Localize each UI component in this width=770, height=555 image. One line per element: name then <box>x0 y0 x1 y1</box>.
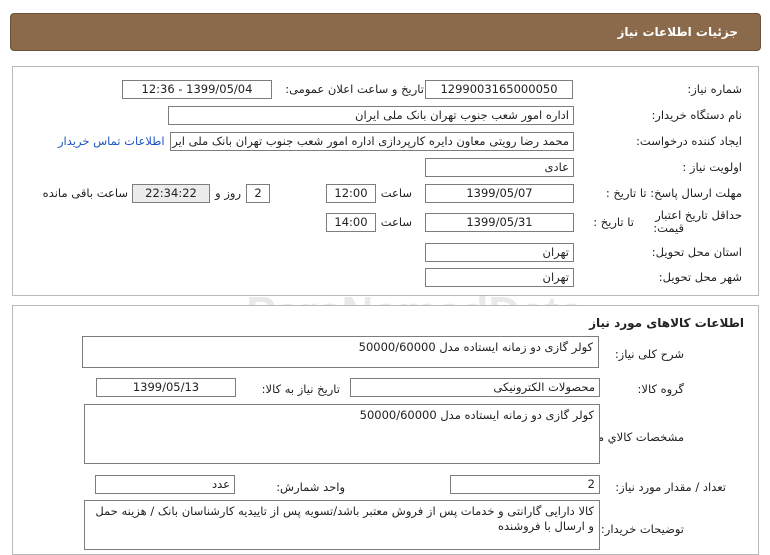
buyer-label: نام دستگاه خریدار: <box>651 108 742 122</box>
validity-label-2: قیمت: <box>653 221 684 235</box>
unit-field: عدد <box>95 475 235 494</box>
deadline-time-field: 12:00 <box>326 184 376 203</box>
days-remaining-field: 2 <box>246 184 270 203</box>
days-label: روز و <box>215 186 241 200</box>
remaining-time-field: 22:34:22 <box>132 184 210 203</box>
validity-date-field: 1399/05/31 <box>425 213 574 232</box>
need-info-panel <box>12 66 759 296</box>
city-label: شهر محل تحویل: <box>658 270 742 284</box>
page-header: جزئیات اطلاعات نیاز <box>10 13 761 51</box>
announce-label: تاریخ و ساعت اعلان عمومی: <box>285 82 424 96</box>
province-field: تهران <box>425 243 574 262</box>
group-label: گروه کالا: <box>637 382 684 396</box>
notes-field: کالا دارایی گارانتی و خدمات پس از فروش م… <box>84 500 600 550</box>
summary-field: کولر گازی دو زمانه ایستاده مدل 50000/600… <box>82 336 599 368</box>
creator-field: محمد رضا رویتی معاون دایره کارپردازی ادا… <box>170 132 574 151</box>
qty-label: تعداد / مقدار مورد نیاز: <box>615 480 726 494</box>
need-number-label: شماره نیاز: <box>687 82 742 96</box>
group-field: محصولات الکترونیکی <box>350 378 600 397</box>
priority-field: عادی <box>425 158 574 177</box>
goods-section-title: اطلاعات کالاهای مورد نیاز <box>589 316 744 330</box>
validity-time-label: ساعت <box>380 215 412 229</box>
spec-field: کولر گازی دو زمانه ایستاده مدل 50000/600… <box>84 404 600 464</box>
deadline-label: مهلت ارسال پاسخ: تا تاریخ : <box>605 186 742 200</box>
deadline-date-field: 1399/05/07 <box>425 184 574 203</box>
need-date-field: 1399/05/13 <box>96 378 236 397</box>
qty-field: 2 <box>450 475 600 494</box>
buyer-field: اداره امور شعب جنوب تهران بانک ملی ایران <box>168 106 574 125</box>
province-label: استان محل تحویل: <box>651 245 742 259</box>
page-title: جزئیات اطلاعات نیاز <box>617 25 738 39</box>
validity-time-field: 14:00 <box>326 213 376 232</box>
unit-label: واحد شمارش: <box>276 480 345 494</box>
creator-label: ایجاد کننده درخواست: <box>636 134 742 148</box>
announce-field: 1399/05/04 - 12:36 <box>122 80 272 99</box>
need-number-field: 1299003165000050 <box>425 80 573 99</box>
priority-label: اولویت نیاز : <box>682 160 742 174</box>
notes-label: توضیحات خریدار: <box>600 522 684 536</box>
need-date-label: تاریخ نیاز به کالا: <box>261 382 340 396</box>
summary-label: شرح کلی نیاز: <box>614 347 684 361</box>
city-field: تهران <box>425 268 574 287</box>
buyer-contact-link[interactable]: اطلاعات تماس خریدار <box>58 134 165 148</box>
deadline-time-label: ساعت <box>380 186 412 200</box>
remaining-label: ساعت باقی مانده <box>42 186 128 200</box>
validity-label-1: حداقل تاریخ اعتبار <box>655 208 742 222</box>
validity-to-label: تا تاریخ : <box>593 215 634 229</box>
